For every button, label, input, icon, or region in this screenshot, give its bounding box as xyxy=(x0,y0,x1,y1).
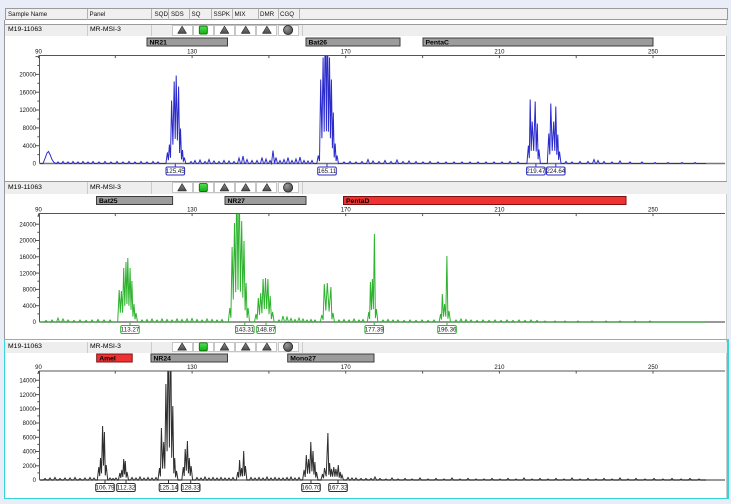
svg-text:90: 90 xyxy=(35,365,42,371)
svg-text:6000: 6000 xyxy=(23,436,37,442)
svg-text:2000: 2000 xyxy=(23,464,37,470)
svg-text:224.64: 224.64 xyxy=(546,168,565,175)
svg-text:NR27: NR27 xyxy=(228,198,246,205)
svg-text:16000: 16000 xyxy=(19,90,36,96)
svg-text:250: 250 xyxy=(648,49,659,55)
svg-text:14000: 14000 xyxy=(19,379,36,385)
svg-text:12000: 12000 xyxy=(19,271,36,277)
svg-text:177.39: 177.39 xyxy=(365,327,384,334)
svg-text:Amel: Amel xyxy=(99,355,116,362)
svg-text:210: 210 xyxy=(494,49,505,55)
svg-text:12000: 12000 xyxy=(19,393,36,399)
svg-text:16000: 16000 xyxy=(19,255,36,261)
svg-text:10000: 10000 xyxy=(19,407,36,413)
svg-text:250: 250 xyxy=(648,365,659,371)
svg-text:125.45: 125.45 xyxy=(166,168,185,175)
svg-text:0: 0 xyxy=(33,320,37,326)
svg-text:170: 170 xyxy=(341,365,352,371)
svg-text:128.33: 128.33 xyxy=(181,485,200,492)
svg-text:NR21: NR21 xyxy=(150,39,168,46)
svg-text:0: 0 xyxy=(33,478,37,484)
svg-text:210: 210 xyxy=(494,207,505,213)
svg-text:PentaD: PentaD xyxy=(346,198,370,205)
svg-text:90: 90 xyxy=(35,49,42,55)
svg-text:20000: 20000 xyxy=(19,239,36,245)
svg-text:4000: 4000 xyxy=(23,450,37,456)
svg-text:8000: 8000 xyxy=(23,126,37,132)
svg-text:130: 130 xyxy=(187,365,198,371)
svg-text:24000: 24000 xyxy=(19,222,36,228)
svg-text:106.79: 106.79 xyxy=(96,485,115,492)
svg-text:Bat26: Bat26 xyxy=(309,39,328,46)
svg-text:8000: 8000 xyxy=(23,421,37,427)
svg-text:8000: 8000 xyxy=(23,288,37,294)
svg-text:130: 130 xyxy=(187,207,198,213)
svg-text:250: 250 xyxy=(648,207,659,213)
svg-text:20000: 20000 xyxy=(19,73,36,79)
svg-text:167.32: 167.32 xyxy=(329,485,348,492)
svg-text:160.70: 160.70 xyxy=(302,485,321,492)
svg-text:PentaC: PentaC xyxy=(426,39,450,46)
svg-text:4000: 4000 xyxy=(23,144,37,150)
svg-text:143.31: 143.31 xyxy=(235,327,254,334)
svg-text:219.47: 219.47 xyxy=(526,168,545,175)
svg-text:148.87: 148.87 xyxy=(257,327,276,334)
svg-text:125.14: 125.14 xyxy=(159,485,178,492)
svg-text:210: 210 xyxy=(494,365,505,371)
svg-text:0: 0 xyxy=(33,162,37,168)
svg-text:Mono27: Mono27 xyxy=(290,355,316,362)
svg-text:90: 90 xyxy=(35,207,42,213)
svg-text:170: 170 xyxy=(341,207,352,213)
svg-text:12000: 12000 xyxy=(19,108,36,114)
svg-text:113.27: 113.27 xyxy=(121,327,140,334)
svg-text:170: 170 xyxy=(341,49,352,55)
svg-text:NR24: NR24 xyxy=(154,355,172,362)
svg-text:165.11: 165.11 xyxy=(318,168,337,175)
svg-text:4000: 4000 xyxy=(23,304,37,310)
svg-text:Bat25: Bat25 xyxy=(99,198,118,205)
svg-text:112.32: 112.32 xyxy=(117,485,136,492)
svg-text:130: 130 xyxy=(187,49,198,55)
svg-text:196.36: 196.36 xyxy=(438,327,457,334)
